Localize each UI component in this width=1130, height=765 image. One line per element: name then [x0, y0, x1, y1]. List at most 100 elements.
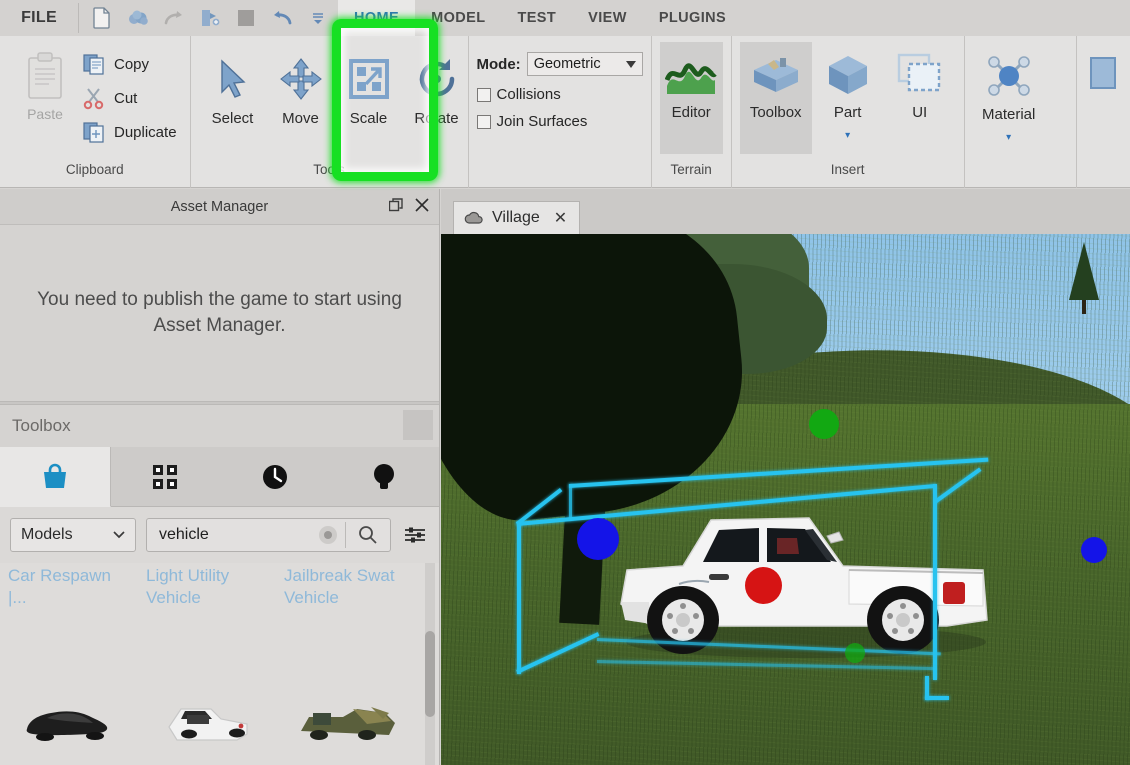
- quick-access-icons: [79, 2, 335, 34]
- move-tool-button[interactable]: Move: [267, 42, 335, 146]
- join-surfaces-label: Join Surfaces: [496, 113, 588, 130]
- ribbon-group-mode: Mode: Geometric Collisions Join Surfaces: [467, 36, 651, 188]
- overflow-icon: [1089, 57, 1116, 89]
- tab-test[interactable]: TEST: [501, 0, 572, 36]
- scale-tool-button[interactable]: Scale: [335, 42, 403, 146]
- terrain-editor-label: Editor: [671, 104, 711, 121]
- toolbox-results: Car Respawn |... Light Utility Vehicle J…: [0, 563, 439, 765]
- part-button[interactable]: Part ▾: [812, 42, 884, 154]
- overflow-group-label: [1077, 162, 1130, 188]
- 3d-scene[interactable]: [441, 234, 1130, 765]
- toolbox-category-value: Models: [21, 526, 73, 543]
- toolbox-tab-creations[interactable]: [329, 447, 439, 507]
- toolbox-tab-recent[interactable]: [220, 447, 330, 507]
- copy-button[interactable]: Copy: [82, 50, 177, 78]
- close-icon[interactable]: [415, 198, 429, 216]
- material-button[interactable]: Material ▾: [973, 42, 1045, 154]
- mode-label: Mode:: [476, 55, 521, 73]
- new-document-icon[interactable]: [85, 2, 119, 34]
- viewport-panel: Village ✕: [441, 189, 1130, 765]
- tab-home[interactable]: HOME: [338, 0, 416, 36]
- result-thumb-row: [0, 661, 439, 765]
- shopping-bag-icon: [43, 463, 66, 488]
- scale-handle-x-positive[interactable]: [1081, 537, 1107, 563]
- tab-view[interactable]: VIEW: [572, 0, 643, 36]
- ribbon-group-overflow: [1076, 36, 1130, 188]
- toolbox-button[interactable]: Toolbox: [739, 42, 812, 154]
- pine-tree: [1061, 242, 1107, 322]
- mode-select[interactable]: Geometric: [526, 52, 643, 76]
- cut-icon: [83, 88, 104, 110]
- ui-frame-icon: [897, 53, 940, 92]
- search-input[interactable]: vehicle: [159, 526, 319, 544]
- open-cloud-icon[interactable]: [121, 2, 155, 34]
- clock-recent-icon: [262, 464, 287, 489]
- result-item-thumbnail[interactable]: [8, 661, 132, 765]
- tab-model[interactable]: MODEL: [415, 0, 501, 36]
- close-icon[interactable]: ✕: [554, 208, 567, 228]
- duplicate-button[interactable]: Duplicate: [82, 118, 177, 146]
- result-item-name[interactable]: Car Respawn |...: [8, 565, 132, 609]
- copy-label: Copy: [114, 55, 150, 73]
- publish-icon[interactable]: [193, 2, 227, 34]
- ribbon-group-tools: Select Move Scale Rotate Tools: [189, 36, 471, 188]
- undock-icon[interactable]: [388, 198, 403, 216]
- scale-handle-z-positive[interactable]: [745, 567, 782, 604]
- material-icon: [987, 56, 1030, 96]
- tab-plugins[interactable]: PLUGINS: [643, 0, 742, 36]
- result-item-thumbnail[interactable]: [284, 661, 408, 765]
- toolbox-tab-inventory[interactable]: [110, 447, 220, 507]
- result-item-thumbnail[interactable]: [146, 661, 270, 765]
- undo-icon[interactable]: [265, 2, 299, 34]
- toolbox-icon: [753, 58, 798, 92]
- paste-button[interactable]: Paste: [8, 42, 82, 122]
- select-tool-button[interactable]: Select: [199, 42, 267, 146]
- lightbulb-creations-icon: [374, 463, 395, 489]
- clear-circle-icon[interactable]: [319, 526, 337, 544]
- collisions-checkbox[interactable]: [476, 87, 491, 102]
- part-caret-icon[interactable]: ▾: [845, 131, 850, 141]
- chevron-down-icon: [625, 60, 636, 68]
- copy-icon: [83, 54, 104, 75]
- scale-handle-x-negative[interactable]: [577, 518, 619, 560]
- toolbox-title: Toolbox: [12, 416, 71, 435]
- ui-label: UI: [912, 104, 928, 121]
- toolbox-title-button[interactable]: [403, 410, 433, 440]
- viewport-tab-label: Village: [492, 209, 540, 226]
- white-pickup-truck-thumb: [168, 707, 248, 741]
- toolbox-search-input-wrap[interactable]: vehicle: [146, 518, 391, 552]
- viewport-tab-strip: Village ✕: [441, 189, 1130, 234]
- join-surfaces-checkbox[interactable]: [476, 114, 491, 129]
- redo-icon[interactable]: [157, 2, 191, 34]
- dark-sports-car-thumb: [26, 710, 108, 741]
- material-caret-icon[interactable]: ▾: [1006, 133, 1011, 143]
- asset-manager-message: You need to publish the game to start us…: [37, 288, 402, 336]
- search-icon[interactable]: [346, 525, 390, 545]
- ribbon: Paste Copy Cut Duplicate Clipboard Selec…: [0, 36, 1130, 188]
- rotate-tool-button[interactable]: Rotate: [403, 42, 471, 146]
- customize-caret-icon[interactable]: [301, 2, 335, 34]
- mode-select-value: Geometric: [533, 56, 601, 72]
- toolbox-tab-marketplace[interactable]: [0, 447, 111, 507]
- terrain-editor-button[interactable]: Editor: [659, 42, 723, 154]
- ui-button[interactable]: UI: [884, 42, 956, 154]
- filter-sliders-icon[interactable]: [401, 525, 429, 545]
- file-menu-button[interactable]: FILE: [0, 0, 78, 36]
- cut-button[interactable]: Cut: [82, 84, 177, 112]
- asset-manager-title-bar: Asset Manager: [0, 189, 439, 225]
- toolbox-category-select[interactable]: Models: [10, 518, 136, 552]
- insert-group-label: Insert: [830, 162, 865, 177]
- scale-handle-y-negative[interactable]: [845, 643, 865, 663]
- chevron-down-icon: [113, 531, 125, 539]
- toolbox-scrollbar-thumb[interactable]: [425, 631, 435, 717]
- viewport-tab-village[interactable]: Village ✕: [453, 201, 581, 234]
- stop-icon[interactable]: [229, 2, 263, 34]
- left-dock: Asset Manager You need to publish the ga…: [0, 189, 440, 765]
- scale-handle-y-positive[interactable]: [809, 409, 839, 439]
- result-item-name[interactable]: Jailbreak Swat Vehicle: [284, 565, 408, 609]
- overflow-button[interactable]: [1085, 42, 1122, 154]
- join-surfaces-checkbox-row[interactable]: Join Surfaces: [476, 113, 643, 130]
- collisions-checkbox-row[interactable]: Collisions: [476, 86, 643, 103]
- part-label: Part: [833, 104, 862, 121]
- result-item-name[interactable]: Light Utility Vehicle: [146, 565, 270, 609]
